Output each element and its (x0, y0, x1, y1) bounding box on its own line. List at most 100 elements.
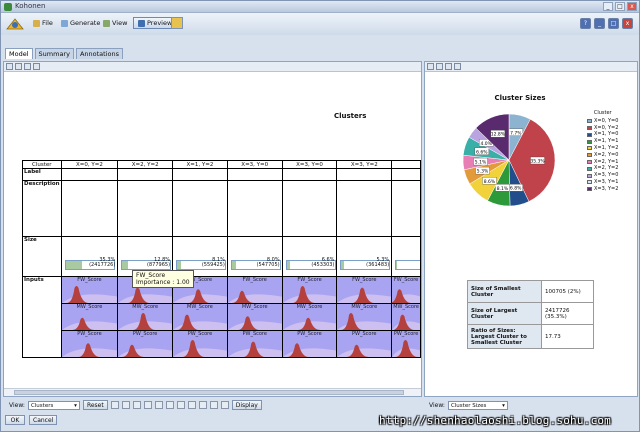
grid-view-icon[interactable] (121, 401, 130, 409)
tab-strip: Model Summary Annotations (5, 48, 123, 59)
gear-icon (61, 19, 68, 27)
distribution-plot (338, 344, 391, 357)
cancel-button[interactable]: Cancel (29, 415, 58, 425)
cluster-sizes-pie: 7.7%35.3%6.8%8.1%8.6%5.3%5.1%6.6%4.0%12.… (462, 113, 556, 207)
right-view-select[interactable]: Cluster Sizes ▾ (447, 400, 508, 410)
minimize-panel-icon[interactable]: _ (594, 18, 605, 29)
export-view-icon[interactable] (15, 63, 22, 70)
legend-swatch (587, 166, 592, 171)
ratio-label: Ratio of Sizes: Largest Cluster to Small… (467, 324, 542, 349)
slice-label: 5.1% (475, 160, 487, 166)
left-view-label: View: (9, 401, 25, 409)
table-view-icon[interactable] (132, 401, 141, 409)
input-cell[interactable]: PW_Score (60, 330, 119, 358)
cluster-col-4[interactable]: X=3, Y=0 (226, 160, 283, 169)
export-view-icon[interactable] (436, 63, 443, 70)
close-icon[interactable]: x (627, 2, 637, 11)
copy-icon[interactable] (427, 63, 434, 70)
inputs-row-header: Inputs (22, 276, 62, 358)
input-cell[interactable]: FW_Score (391, 276, 421, 304)
settings-icon[interactable] (454, 63, 461, 70)
tab-model[interactable]: Model (5, 48, 33, 59)
left-view-select[interactable]: Clusters ▾ (27, 400, 80, 410)
export-icon[interactable] (171, 17, 183, 29)
zoom-icon[interactable] (220, 401, 229, 409)
tab-summary[interactable]: Summary (34, 48, 74, 59)
cluster-col-3[interactable]: X=1, Y=2 (172, 160, 228, 169)
cluster-col-2[interactable]: X=2, Y=2 (117, 160, 174, 169)
legend-label: X=1, Y=0 (594, 131, 619, 138)
transpose-icon[interactable] (143, 401, 152, 409)
importance-tooltip: FW_Score Importance : 1.00 (132, 270, 194, 288)
cluster-col-1[interactable]: X=0, Y=2 (60, 160, 119, 169)
input-cell[interactable]: MW_Score (60, 303, 119, 331)
scroll-thumb[interactable] (14, 390, 404, 395)
dialog-buttons: OK Cancel (5, 415, 58, 425)
show-values-icon[interactable] (187, 401, 196, 409)
export-icon-2[interactable] (209, 401, 218, 409)
right-view-selected: Cluster Sizes (450, 402, 487, 409)
input-cell[interactable]: MW_Score (226, 303, 283, 331)
sort-features-icon[interactable] (165, 401, 174, 409)
close-panel-icon[interactable]: x (622, 18, 633, 29)
ok-button[interactable]: OK (5, 415, 25, 425)
maximize-icon[interactable]: □ (615, 2, 625, 11)
sort-clusters-icon[interactable] (154, 401, 163, 409)
input-cell[interactable]: MW_Score (336, 303, 393, 331)
kohonen-node-icon (6, 18, 24, 30)
input-cell[interactable]: PW_Score (391, 330, 421, 358)
input-cell[interactable]: MW_Score (172, 303, 228, 331)
input-cell[interactable]: MW_Score (281, 303, 338, 331)
file-menu[interactable]: File (31, 17, 55, 29)
print-icon[interactable] (24, 63, 31, 70)
legend-swatch (587, 119, 592, 124)
input-cell[interactable]: FW_Score (336, 276, 393, 304)
view-menu[interactable]: View (101, 17, 129, 29)
legend-label: X=2, Y=1 (594, 158, 619, 165)
pencil-icon (103, 19, 110, 27)
pie-chart-title: Cluster Sizes (494, 94, 546, 102)
display-button[interactable]: Display (231, 400, 262, 410)
input-cell[interactable]: PW_Score (117, 330, 174, 358)
distribution-plot (228, 290, 282, 303)
reset-button[interactable]: Reset (82, 400, 108, 410)
input-cell[interactable]: PW_Score (226, 330, 283, 358)
cluster-col-6[interactable]: X=3, Y=2 (336, 160, 393, 169)
largest-cluster-label: Size of Largest Cluster (467, 302, 542, 325)
print-icon[interactable] (445, 63, 452, 70)
input-cell[interactable]: PW_Score (172, 330, 228, 358)
input-cell[interactable]: MW_Score (117, 303, 174, 331)
input-cell[interactable]: FW_Score (226, 276, 283, 304)
generate-menu[interactable]: Generate (59, 17, 102, 29)
help-icon[interactable]: ? (580, 18, 591, 29)
distribution-plot (338, 287, 391, 303)
copy-icon[interactable] (6, 63, 13, 70)
size-count: (559425) (201, 262, 225, 268)
cell-content-icon[interactable] (176, 401, 185, 409)
settings-icon[interactable] (33, 63, 40, 70)
distribution-plot (62, 343, 117, 357)
size-cell: 8.0% (547705) (226, 236, 283, 277)
cluster-stats-table: Size of Smallest Cluster 100705 (2%) Size… (467, 280, 594, 349)
cluster-col-7[interactable] (391, 160, 421, 169)
input-cell[interactable]: FW_Score (281, 276, 338, 304)
maximize-panel-icon[interactable]: □ (608, 18, 619, 29)
watermark-url: http://shenhaolaoshi.blog.sohu.com (379, 414, 611, 427)
minimize-icon[interactable]: _ (603, 2, 613, 11)
tab-annotations[interactable]: Annotations (75, 48, 123, 59)
clusters-pane: Clusters Cluster X=0, Y=2 X=2, Y=2 X=1, … (3, 61, 422, 397)
legend-label: X=3, Y=1 (594, 178, 619, 185)
input-cell[interactable]: PW_Score (336, 330, 393, 358)
size-count: (361483) (366, 262, 390, 268)
input-cell[interactable]: FW_Score (60, 276, 119, 304)
sort-icon[interactable] (110, 401, 119, 409)
horizontal-scrollbar[interactable] (4, 388, 421, 396)
legend-label: X=0, Y=0 (594, 117, 619, 124)
distribution-plot (338, 313, 391, 330)
cluster-col-5[interactable]: X=3, Y=0 (281, 160, 338, 169)
import-icon[interactable] (198, 401, 207, 409)
input-cell[interactable]: PW_Score (281, 330, 338, 358)
legend-swatch (587, 125, 592, 130)
legend-label: X=1, Y=2 (594, 144, 619, 151)
input-cell[interactable]: MW_Score (391, 303, 421, 331)
